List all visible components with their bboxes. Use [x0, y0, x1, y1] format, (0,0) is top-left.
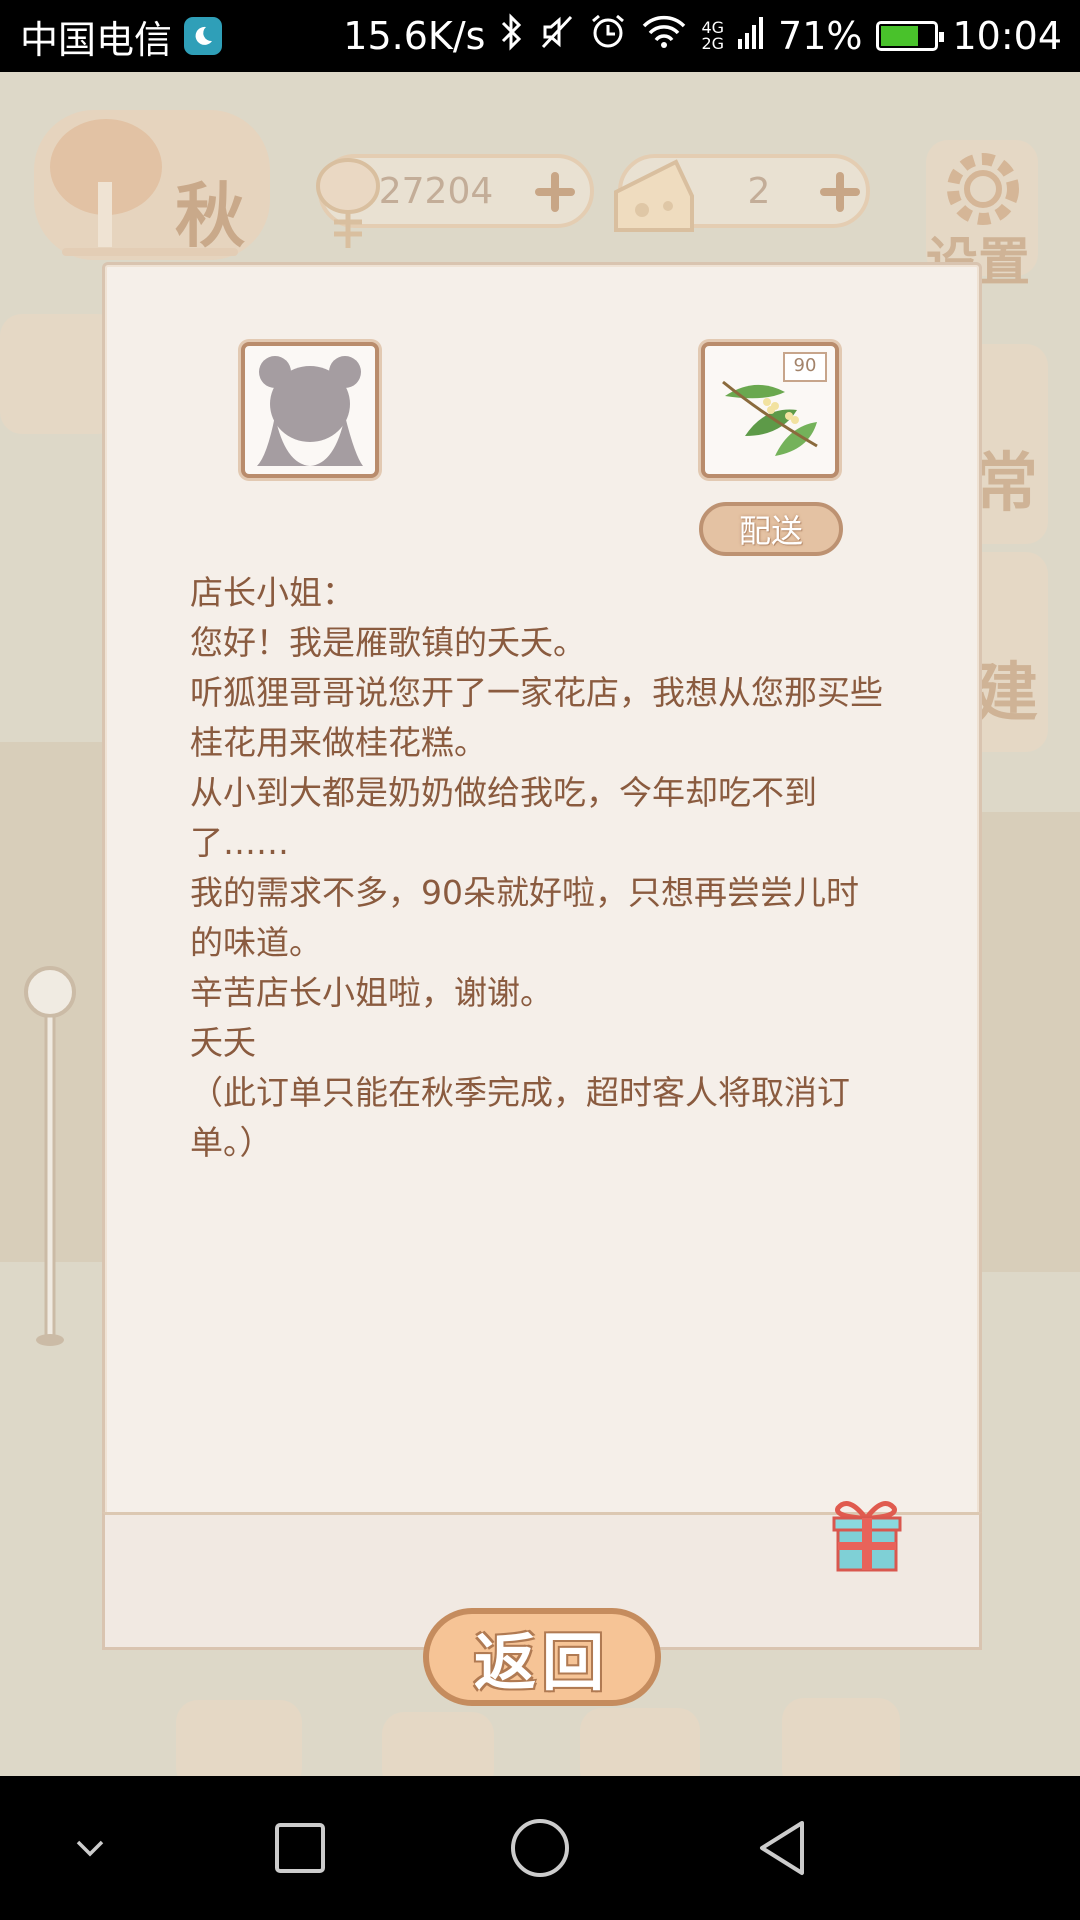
- toolbar-trophy[interactable]: [782, 1698, 900, 1776]
- status-bar: 中国电信 15.6K/s 4G 2G 71% 10:04: [0, 0, 1080, 72]
- item-count-badge: 90: [783, 352, 827, 382]
- letter-line: 您好！我是雁歌镇的夭夭。: [190, 623, 586, 662]
- tree-icon: [46, 112, 166, 256]
- letter-greeting: 店长小姐：: [190, 573, 355, 612]
- net-speed-label: 15.6K/s: [343, 14, 486, 58]
- letter-signature: 夭夭: [190, 1023, 256, 1062]
- back-button[interactable]: 返回: [423, 1608, 661, 1706]
- toolbar-flowers[interactable]: [580, 1708, 700, 1776]
- nav-home-button[interactable]: [470, 1776, 610, 1920]
- deliver-button[interactable]: 配送: [699, 502, 843, 556]
- triangle-back-icon: [760, 1821, 804, 1875]
- alarm-icon: [589, 13, 627, 60]
- cheese-icon: [612, 156, 696, 240]
- letter-line: 听狐狸哥哥说您开了一家花店，我想从您那买些桂花用来做桂花糕。: [190, 673, 883, 762]
- customer-silhouette-icon: [249, 350, 371, 470]
- street-lamp: [20, 952, 80, 1356]
- nav-recents-button[interactable]: [230, 1776, 370, 1920]
- carrier-label: 中国电信: [20, 17, 173, 62]
- daily-label: 常: [974, 446, 1038, 521]
- add-fish-button[interactable]: [533, 170, 577, 214]
- battery-fill: [881, 26, 919, 46]
- season-label: 秋: [175, 174, 245, 257]
- battery-icon: [876, 21, 945, 51]
- nav-collapse-button[interactable]: [20, 1776, 160, 1920]
- toolbar-garden[interactable]: [176, 1700, 302, 1776]
- house-right: [980, 812, 1080, 1272]
- square-icon: [275, 1823, 325, 1873]
- navigation-bar: [0, 1776, 1080, 1920]
- signal-icon: [738, 14, 764, 58]
- gift-icon[interactable]: [828, 1494, 904, 1574]
- fish-bone-icon: [312, 152, 402, 256]
- clock: 10:04: [952, 14, 1062, 58]
- mute-icon: [539, 13, 575, 60]
- customer-avatar: [241, 342, 379, 478]
- chevron-down-icon: [76, 1840, 104, 1857]
- order-item-frame: 90: [701, 342, 839, 478]
- letter-note: （此订单只能在秋季完成，超时客人将取消订单。）: [190, 1073, 850, 1162]
- network-bottom-label: 2G: [701, 34, 725, 53]
- letter-body: 店长小姐： 您好！我是雁歌镇的夭夭。 听狐狸哥哥说您开了一家花店，我想从您那买些…: [190, 568, 890, 1168]
- add-cheese-button[interactable]: [818, 170, 862, 214]
- network-type: 4G 2G: [701, 20, 724, 52]
- letter-line: 从小到大都是奶奶做给我吃，今年却吃不到了……: [190, 773, 817, 862]
- letter-line: 辛苦店长小姐啦，谢谢。: [190, 973, 553, 1012]
- season-progress: [62, 248, 238, 256]
- wifi-icon: [641, 14, 687, 59]
- toolbar-shop[interactable]: [382, 1712, 494, 1776]
- battery-percent: 71%: [778, 14, 863, 58]
- letter-line: 我的需求不多，90朵就好啦，只想再尝尝儿时的味道。: [190, 873, 859, 962]
- moon-icon: [184, 17, 223, 55]
- bluetooth-icon: [499, 12, 525, 60]
- build-label: 建: [974, 656, 1038, 731]
- nav-back-button[interactable]: [712, 1776, 852, 1920]
- cheese-count: 2: [747, 170, 771, 212]
- circle-icon: [511, 1819, 569, 1877]
